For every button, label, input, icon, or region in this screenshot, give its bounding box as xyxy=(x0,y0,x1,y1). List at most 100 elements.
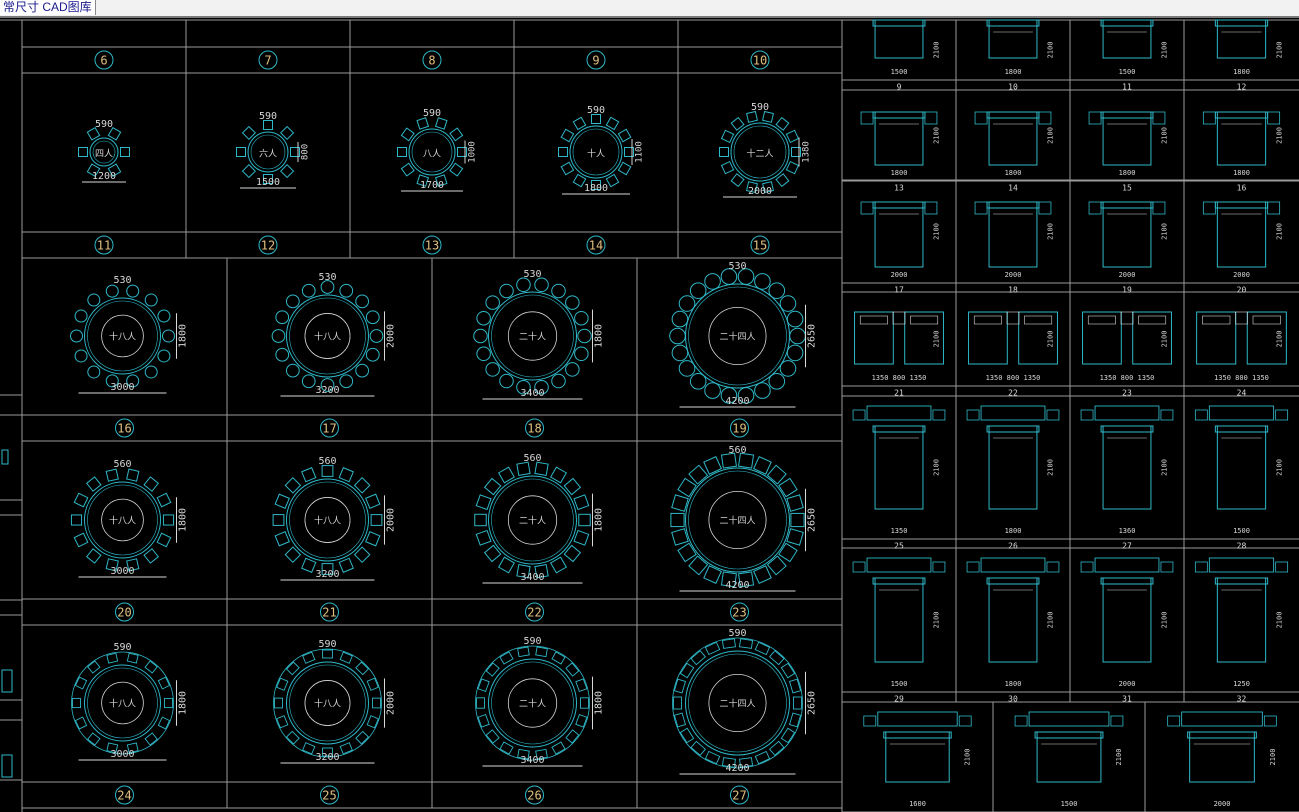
chair xyxy=(143,476,159,492)
diameter-dimension: 4200 xyxy=(725,396,749,407)
cad-drawing-canvas[interactable]: 6 7 8 9 10 四人 590 1200 11 六人 590 1500 800 12 八人 590 1700… xyxy=(0,18,1299,812)
headboard xyxy=(1100,425,1154,433)
chair xyxy=(573,494,590,511)
bed-depth-dimension: 2100 xyxy=(933,42,941,59)
chair xyxy=(565,662,580,677)
lamp-table xyxy=(852,561,866,573)
chair xyxy=(499,283,514,299)
chair xyxy=(126,284,140,298)
table-capacity-label: 二十四人 xyxy=(719,515,755,527)
chair xyxy=(565,362,580,377)
bed-plan xyxy=(974,111,1052,166)
chair-width-dimension: 590 xyxy=(751,102,769,113)
chair xyxy=(400,162,415,177)
bed-plan xyxy=(860,111,938,166)
drawing-number: 16 xyxy=(117,422,131,436)
chair-width-dimension: 590 xyxy=(95,119,113,130)
table-size-dimension: 2650 xyxy=(807,508,818,532)
chair xyxy=(355,363,370,378)
table-size-dimension: 1800 xyxy=(178,508,189,532)
chair xyxy=(70,329,83,343)
nightstand xyxy=(924,201,938,215)
bed-plan xyxy=(1196,311,1287,365)
chair xyxy=(86,476,102,492)
chair xyxy=(786,344,804,362)
chair xyxy=(365,493,381,509)
chair xyxy=(785,160,800,175)
chair xyxy=(474,513,487,527)
lamp-table xyxy=(1275,561,1289,573)
bed-number: 13 xyxy=(894,184,904,193)
bed-width-dimension: 1500 xyxy=(891,68,908,76)
chair xyxy=(516,277,531,293)
drawing-tab[interactable]: 常尺寸 CAD图库 xyxy=(0,0,96,15)
chair xyxy=(689,282,707,299)
chair xyxy=(499,651,514,665)
bed-depth-dimension: 2100 xyxy=(1047,459,1055,476)
nightstand xyxy=(1006,311,1020,325)
table-size-dimension: 1000 xyxy=(468,141,478,163)
nightstand xyxy=(860,111,874,125)
drawing-number: 9 xyxy=(592,54,599,68)
bed-depth-dimension: 2100 xyxy=(1161,331,1169,348)
nightstand xyxy=(892,311,906,325)
bed-number: 17 xyxy=(894,286,904,295)
bed-width-dimension: 1500 xyxy=(1061,800,1078,808)
chair xyxy=(87,732,101,746)
diameter-dimension: 3400 xyxy=(520,755,544,766)
chair xyxy=(372,697,381,709)
bed-number: 32 xyxy=(1237,695,1247,704)
nightstand xyxy=(1038,201,1052,215)
bed-width-dimension: 1500 xyxy=(1119,68,1136,76)
bed-width-dimension: 1800 xyxy=(1233,169,1250,177)
headboard xyxy=(1214,425,1269,433)
diameter-dimension: 3000 xyxy=(110,749,134,760)
headboard xyxy=(1214,577,1269,585)
chair xyxy=(70,514,83,526)
bed-number: 27 xyxy=(1122,542,1132,551)
drawing-number: 17 xyxy=(322,422,336,436)
table-capacity-label: 八人 xyxy=(423,149,441,160)
diameter-dimension: 1500 xyxy=(256,177,280,188)
chair xyxy=(105,284,119,298)
lamp-table xyxy=(1275,409,1289,421)
bed-frame xyxy=(1102,425,1152,510)
bed-plan xyxy=(860,201,938,268)
chair xyxy=(78,147,88,157)
edge-fragment xyxy=(1,449,9,465)
lamp-table xyxy=(863,715,877,727)
bed-elevation xyxy=(980,557,1046,573)
chair xyxy=(485,295,500,310)
chair xyxy=(434,117,448,130)
table-capacity-label: 二十四人 xyxy=(719,331,755,343)
lamp-table xyxy=(1263,715,1277,727)
chair xyxy=(280,125,295,140)
nightstand xyxy=(974,201,988,215)
lamp-table xyxy=(1194,409,1208,421)
chair xyxy=(605,116,620,131)
table-size-dimension: 800 xyxy=(301,144,311,160)
chair xyxy=(671,494,689,512)
chair xyxy=(778,477,798,498)
chair xyxy=(790,512,805,528)
chair xyxy=(365,531,381,547)
drawing-number: 19 xyxy=(732,422,746,436)
nightstand xyxy=(1088,201,1102,215)
bed-number: 20 xyxy=(1237,286,1247,295)
headboard xyxy=(872,201,926,209)
headboard xyxy=(872,19,926,27)
bed-plan xyxy=(852,405,946,510)
bed-width-dimension: 1250 xyxy=(1233,680,1250,688)
bed-number: 16 xyxy=(1237,184,1247,193)
chair xyxy=(534,277,549,293)
table-size-dimension: 1800 xyxy=(594,324,605,348)
chair xyxy=(551,651,566,665)
chair xyxy=(754,641,771,656)
chair xyxy=(754,273,771,290)
bed-elevation xyxy=(1181,711,1263,727)
bed-width-dimension: 1350 800 1350 xyxy=(872,374,927,382)
nightstand xyxy=(1152,111,1166,125)
cad-drawing[interactable]: 6 7 8 9 10 四人 590 1200 11 六人 590 1500 800 12 八人 590 1700… xyxy=(0,18,1299,812)
chair xyxy=(688,464,709,485)
bed-number: 18 xyxy=(1008,286,1018,295)
